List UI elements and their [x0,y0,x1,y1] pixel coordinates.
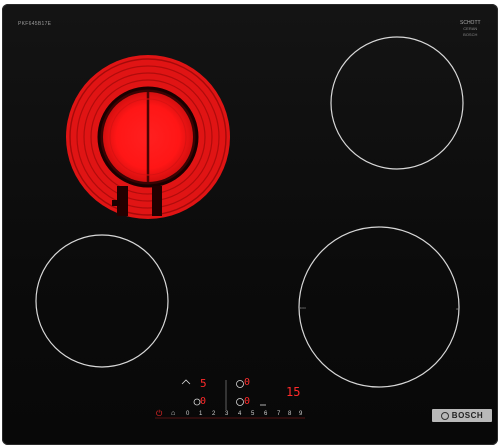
slider-step[interactable]: 7 [277,411,280,417]
slider-step[interactable]: 6 [264,411,267,417]
bosch-logo-icon [440,411,449,420]
brand-badge: BOSCH [432,409,492,422]
rear-right-zone[interactable] [330,36,464,170]
slider-step[interactable]: 9 [299,411,302,417]
slider-step[interactable]: 2 [212,411,215,417]
zone-marker-left: ooo [299,305,306,310]
slider-step[interactable]: 4 [238,411,241,417]
slider-step[interactable]: 3 [225,411,228,417]
zone-b-left-display: 0 [200,396,207,407]
model-code-label: PKF645B17E [18,21,52,27]
induction-hob: PKF645B17E SCHOTT CERAN BOSCH ooo o 5 0 … [0,0,500,448]
front-left-zone[interactable] [35,234,169,368]
glass-brand-mark: SCHOTT CERAN BOSCH [460,20,481,38]
zone-a-power-display: 5 [200,377,207,390]
timer-display: 15 [286,385,301,399]
slider-step[interactable]: 1 [199,411,202,417]
control-panel-glyphs [155,379,305,419]
front-left-dual-zone-heated[interactable] [66,55,230,219]
slider-step[interactable]: 0 [186,411,189,417]
slider-step[interactable]: 5 [251,411,254,417]
zone-b-right-display: 0 [244,396,251,407]
zone-marker-right: o [456,306,459,311]
lock-icon[interactable]: ⌂ [171,410,175,417]
front-right-zone[interactable] [298,226,460,388]
brand-badge-name: BOSCH [451,411,484,420]
brand-line-3: BOSCH [463,32,478,37]
zone-a-secondary-display: 0 [244,377,251,388]
slider-step[interactable]: 8 [288,411,291,417]
power-icon[interactable]: ⏻ [156,409,162,419]
